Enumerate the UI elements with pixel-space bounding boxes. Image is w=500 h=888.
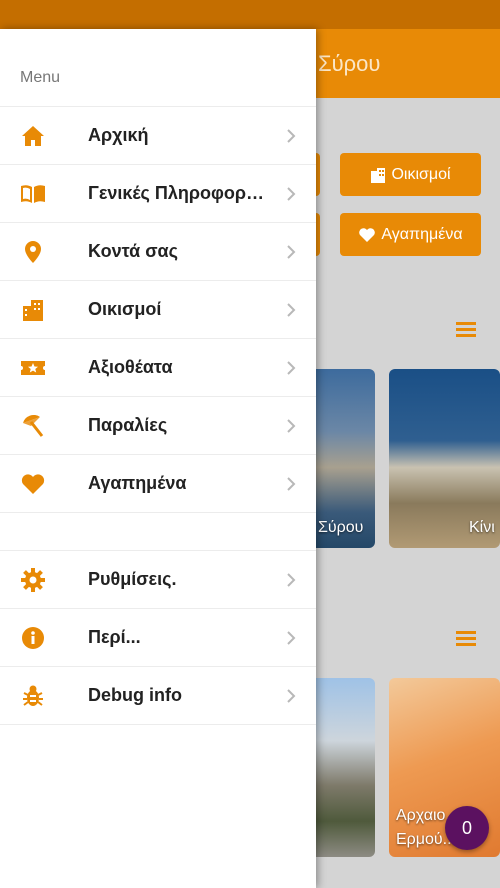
- menu-item-label: Αξιοθέατα: [88, 357, 173, 377]
- buildings-icon: [23, 300, 43, 321]
- menu-item-sights[interactable]: Αξιοθέατα: [0, 339, 316, 397]
- ticket-star-icon: [21, 361, 45, 375]
- heart-icon: [21, 474, 45, 494]
- list-view-icon[interactable]: [456, 631, 476, 647]
- favorites-button[interactable]: Αγαπημένα: [340, 213, 481, 256]
- navigation-drawer: Menu Αρχική Γενικές Πληροφορίες Κοντά σα…: [0, 29, 316, 888]
- heart-icon: [359, 227, 376, 242]
- buildings-icon: [371, 167, 386, 183]
- menu-item-beaches[interactable]: Παραλίες: [0, 397, 316, 455]
- menu-item-favorites[interactable]: Αγαπημένα: [0, 455, 316, 513]
- villages-button-label: Οικισμοί: [391, 165, 451, 183]
- menu-item-label: Αγαπημένα: [88, 473, 187, 493]
- chevron-right-icon: [287, 303, 296, 317]
- book-icon: [21, 185, 45, 203]
- chevron-right-icon: [287, 573, 296, 587]
- home-icon: [22, 126, 44, 146]
- map-pin-icon: [25, 241, 41, 263]
- chevron-right-icon: [287, 361, 296, 375]
- menu-item-villages[interactable]: Οικισμοί: [0, 281, 316, 339]
- menu-label: Menu: [20, 69, 61, 86]
- gear-icon: [21, 568, 45, 592]
- menu-item-label: Debug info: [88, 685, 182, 705]
- chevron-right-icon: [287, 245, 296, 259]
- chevron-right-icon: [287, 419, 296, 433]
- favorites-count-fab[interactable]: 0: [445, 806, 489, 850]
- menu-item-home[interactable]: Αρχική: [0, 107, 316, 165]
- menu-item-label: Κοντά σας: [88, 241, 178, 261]
- favorites-button-label: Αγαπημένα: [381, 225, 463, 243]
- menu-item-about[interactable]: Περί...: [0, 609, 316, 667]
- menu-item-label: Αρχική: [88, 125, 149, 145]
- chevron-right-icon: [287, 477, 296, 491]
- card-caption: Κίνι: [469, 519, 495, 536]
- menu-item-label: Γενικές Πληροφορίες: [88, 183, 268, 203]
- chevron-right-icon: [287, 129, 296, 143]
- menu-item-label: Ρυθμίσεις.: [88, 569, 177, 589]
- menu-item-label: Παραλίες: [88, 415, 168, 435]
- village-card[interactable]: Κίνι: [389, 369, 500, 548]
- app-title: Σύρου: [318, 51, 381, 76]
- list-view-icon[interactable]: [456, 322, 476, 338]
- bug-icon: [23, 685, 43, 706]
- drawer-header: Menu: [0, 29, 316, 107]
- info-icon: [22, 627, 44, 649]
- chevron-right-icon: [287, 689, 296, 703]
- villages-button[interactable]: Οικισμοί: [340, 153, 481, 196]
- menu-item-nearby[interactable]: Κοντά σας: [0, 223, 316, 281]
- menu-item-debug-info[interactable]: Debug info: [0, 667, 316, 725]
- chevron-right-icon: [287, 187, 296, 201]
- card-caption: Σύρου: [318, 519, 364, 536]
- status-bar: [0, 0, 500, 29]
- menu-divider: [0, 513, 316, 551]
- chevron-right-icon: [287, 631, 296, 645]
- menu-item-general-info[interactable]: Γενικές Πληροφορίες: [0, 165, 316, 223]
- menu-item-label: Περί...: [88, 627, 141, 647]
- menu-item-label: Οικισμοί: [88, 299, 162, 319]
- fab-count: 0: [461, 817, 472, 838]
- beach-umbrella-icon: [23, 414, 44, 437]
- menu-item-settings[interactable]: Ρυθμίσεις.: [0, 551, 316, 609]
